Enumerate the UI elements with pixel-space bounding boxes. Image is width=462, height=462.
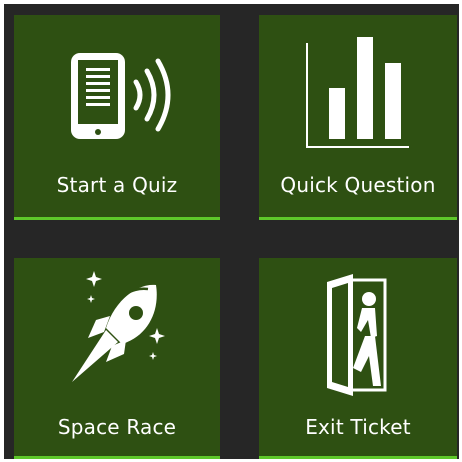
rocket-icon <box>14 258 220 408</box>
bar-chart-icon <box>259 15 457 165</box>
space-race-button[interactable]: Space Race <box>14 258 220 459</box>
start-quiz-label: Start a Quiz <box>56 173 178 197</box>
exit-ticket-button[interactable]: Exit Ticket <box>259 258 457 459</box>
quick-question-label: Quick Question <box>280 173 436 197</box>
activity-menu: Start a Quiz Quick Question Space Race E… <box>4 4 459 459</box>
quick-question-button[interactable]: Quick Question <box>259 15 457 220</box>
start-quiz-button[interactable]: Start a Quiz <box>14 15 220 220</box>
exit-door-icon <box>259 258 457 408</box>
space-race-label: Space Race <box>57 415 177 439</box>
exit-ticket-label: Exit Ticket <box>305 415 411 439</box>
tablet-broadcast-icon <box>14 15 220 165</box>
